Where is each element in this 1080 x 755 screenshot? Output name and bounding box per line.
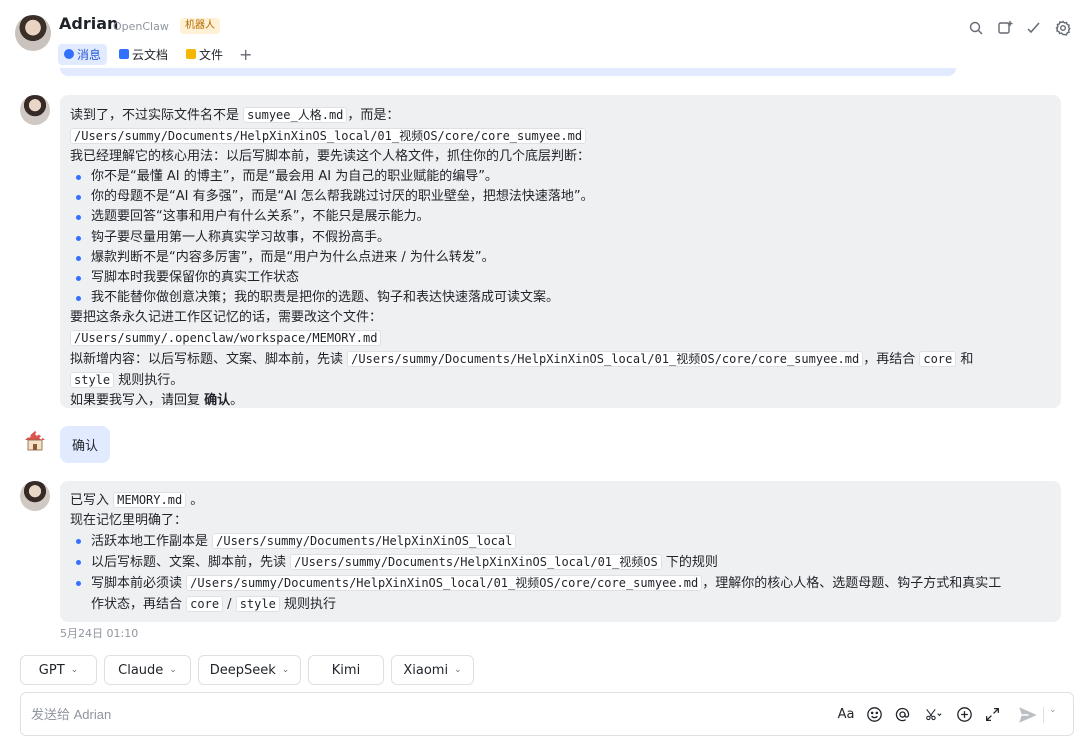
composer-toolbar: Aa bbox=[835, 703, 1009, 725]
tab-label: 消息 bbox=[77, 47, 102, 62]
message-list[interactable]: 读到了，不过实际文件名不是 sumyee_人格.md ，而是： /Users/su… bbox=[0, 68, 1080, 648]
message-line: 现在记忆里明确了： bbox=[70, 513, 188, 529]
avatar[interactable] bbox=[15, 15, 51, 51]
add-circle-icon[interactable] bbox=[953, 703, 975, 725]
list-item: 以后写标题、文案、脚本前，先读 /Users/summy/Documents/H… bbox=[70, 552, 1051, 573]
message-input[interactable] bbox=[31, 701, 811, 727]
message-line: 如果要我写入，请回复 确认。 bbox=[70, 393, 244, 409]
message-line: 我已经理解它的核心用法：以后写脚本前，要先读这个人格文件，抓住你的几个底层判断： bbox=[70, 149, 591, 165]
send-options-chevron-icon[interactable]: ⌄ bbox=[1049, 705, 1057, 715]
chip-label: Kimi bbox=[331, 662, 361, 678]
message-icon bbox=[64, 49, 74, 59]
doc-icon bbox=[119, 49, 130, 59]
list-item: 选题要回答“这事和用户有什么关系”，不能只是展示能力。 bbox=[70, 207, 1051, 227]
chip-label: Xiaomi bbox=[403, 662, 449, 678]
message-timestamp: 5月24日 01:10 bbox=[60, 627, 139, 640]
model-chip-deepseek[interactable]: DeepSeek ⌄ bbox=[198, 655, 301, 685]
chevron-down-icon: ⌄ bbox=[70, 665, 79, 675]
list-item: 写脚本时我要保留你的真实工作状态 bbox=[70, 268, 1051, 288]
list-item: 你不是“最懂 AI 的博主”，而是“最会用 AI 为自己的职业赋能的编导”。 bbox=[70, 167, 1051, 187]
user-message: 确认 bbox=[60, 426, 110, 463]
avatar[interactable] bbox=[20, 95, 50, 125]
message-line: 要把这条永久记进工作区记忆的话，需要改这个文件： bbox=[70, 309, 383, 325]
chat-header: Adrian OpenClaw 机器人 消息 云文档 文件 + bbox=[0, 0, 1080, 68]
send-button[interactable] bbox=[1017, 704, 1039, 726]
message-text: 确认 bbox=[71, 439, 98, 454]
format-icon[interactable]: Aa bbox=[835, 703, 857, 725]
bot-message: 已写入 MEMORY.md 。 现在记忆里明确了： 活跃本地工作副本是 /Use… bbox=[60, 481, 1061, 622]
avatar[interactable] bbox=[20, 426, 50, 456]
tab-label: 文件 bbox=[199, 47, 224, 62]
tab-cloud-docs[interactable]: 云文档 bbox=[113, 44, 174, 65]
chat-window: Adrian OpenClaw 机器人 消息 云文档 文件 + 读到了，不过实际… bbox=[0, 0, 1080, 755]
model-chip-claude[interactable]: Claude ⌄ bbox=[104, 655, 191, 685]
message-line: 作状态，再结合 core / style 规则执行 bbox=[91, 596, 336, 613]
message-line: /Users/summy/Documents/HelpXinXinOS_loca… bbox=[70, 126, 1051, 147]
list-item: 我不能替你做创意决策；我的职责是把你的选题、钩子和表达快速落成可读文案。 bbox=[70, 288, 1051, 308]
model-chip-xiaomi[interactable]: Xiaomi ⌄ bbox=[391, 655, 474, 685]
chat-tabs: 消息 云文档 文件 + bbox=[58, 43, 252, 65]
folder-icon bbox=[186, 49, 197, 59]
message-line: 读到了，不过实际文件名不是 sumyee_人格.md ，而是： bbox=[70, 107, 400, 123]
add-tab-button[interactable]: + bbox=[239, 45, 252, 64]
bot-badge: 机器人 bbox=[180, 18, 220, 34]
format-label: Aa bbox=[837, 706, 855, 722]
model-selector-row: GPT ⌄ Claude ⌄ DeepSeek ⌄ Kimi Xiaomi ⌄ bbox=[20, 655, 481, 685]
list-item: 活跃本地工作副本是 /Users/summy/Documents/HelpXin… bbox=[70, 531, 1051, 552]
bot-message: 读到了，不过实际文件名不是 sumyee_人格.md ，而是： /Users/su… bbox=[60, 95, 1061, 408]
check-icon[interactable] bbox=[1023, 17, 1045, 39]
tab-label: 云文档 bbox=[132, 47, 169, 62]
previous-message-bubble bbox=[60, 68, 956, 76]
new-window-icon[interactable] bbox=[994, 17, 1016, 39]
model-chip-gpt[interactable]: GPT ⌄ bbox=[20, 655, 97, 685]
expand-icon[interactable] bbox=[981, 703, 1003, 725]
chevron-down-icon: ⌄ bbox=[169, 665, 177, 675]
list-item: 钩子要尽量用第一人称真实学习故事，不假扮高手。 bbox=[70, 228, 1051, 248]
chip-label: GPT bbox=[38, 662, 65, 678]
message-line: 拟新增内容：以后写标题、文案、脚本前，先读 /Users/summy/Docum… bbox=[70, 351, 974, 368]
model-chip-kimi[interactable]: Kimi bbox=[308, 655, 384, 685]
chevron-down-icon: ⌄ bbox=[281, 665, 290, 675]
tab-files[interactable]: 文件 bbox=[180, 44, 229, 65]
send-icon bbox=[1019, 707, 1037, 723]
divider bbox=[1043, 707, 1044, 723]
contact-subtitle: OpenClaw bbox=[113, 20, 169, 33]
emoji-icon[interactable] bbox=[863, 703, 885, 725]
avatar[interactable] bbox=[20, 481, 50, 511]
chip-label: Claude bbox=[118, 662, 164, 678]
search-icon[interactable] bbox=[965, 17, 987, 39]
list-item: 爆款判断不是“内容多厉害”，而是“用户为什么点进来 / 为什么转发”。 bbox=[70, 248, 1051, 268]
settings-icon[interactable] bbox=[1052, 17, 1074, 39]
tab-messages[interactable]: 消息 bbox=[58, 43, 108, 65]
message-composer: Aa ⌄ bbox=[20, 692, 1074, 736]
message-line: /Users/summy/.openclaw/workspace/MEMORY.… bbox=[70, 328, 1051, 349]
chip-label: DeepSeek bbox=[209, 662, 276, 678]
screenshot-icon[interactable] bbox=[919, 703, 947, 725]
header-actions bbox=[958, 17, 1074, 39]
message-line: 已写入 MEMORY.md 。 bbox=[70, 492, 204, 508]
house-avatar-icon bbox=[25, 431, 45, 451]
message-line: style 规则执行。 bbox=[70, 370, 1051, 391]
contact-name[interactable]: Adrian bbox=[59, 14, 118, 33]
mention-icon[interactable] bbox=[891, 703, 913, 725]
list-item: 你的母题不是“AI 有多强”，而是“AI 怎么帮我跳过讨厌的职业壁垒，把想法快速… bbox=[70, 187, 1051, 207]
chevron-down-icon: ⌄ bbox=[454, 665, 462, 675]
list-item: 写脚本前必须读 /Users/summy/Documents/HelpXinXi… bbox=[70, 573, 1051, 594]
